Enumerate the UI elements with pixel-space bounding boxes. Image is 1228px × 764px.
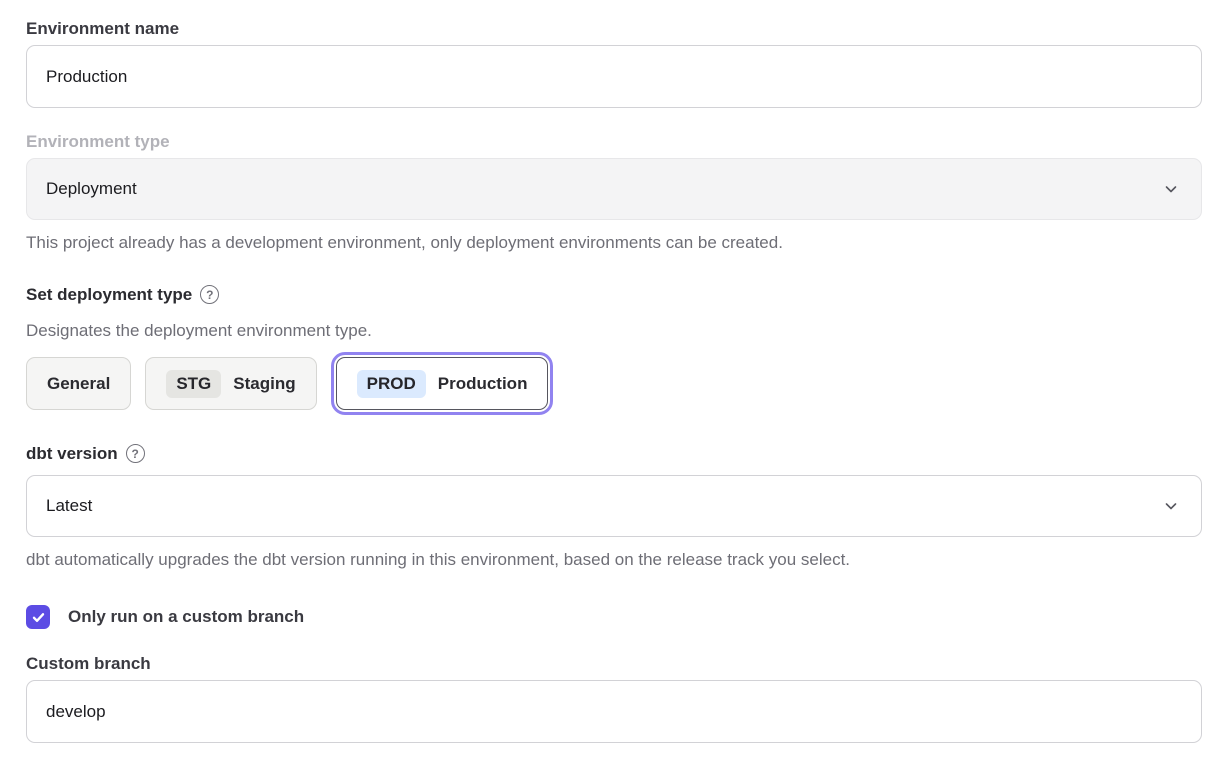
dbt-version-heading: dbt version ?: [26, 443, 1202, 464]
production-button-label: Production: [438, 374, 528, 394]
dbt-version-select[interactable]: Latest: [26, 475, 1202, 537]
custom-branch-toggle-row: Only run on a custom branch: [26, 605, 1202, 629]
deployment-type-heading: Set deployment type ?: [26, 284, 1202, 305]
staging-badge: STG: [166, 370, 221, 398]
help-icon[interactable]: ?: [200, 285, 219, 304]
selected-option-ring: PROD Production: [331, 352, 554, 415]
deployment-type-options: General STG Staging PROD Production: [26, 351, 1202, 416]
production-badge: PROD: [357, 370, 426, 398]
custom-branch-input[interactable]: [26, 680, 1202, 743]
environment-type-select[interactable]: Deployment: [26, 158, 1202, 220]
staging-button-label: Staging: [233, 374, 295, 394]
deployment-type-staging-button[interactable]: STG Staging: [145, 357, 316, 410]
dbt-version-heading-text: dbt version: [26, 443, 118, 464]
dbt-version-value: Latest: [46, 496, 92, 516]
environment-name-input[interactable]: [26, 45, 1202, 108]
custom-branch-label: Custom branch: [26, 653, 1202, 674]
custom-branch-toggle-label: Only run on a custom branch: [68, 607, 304, 627]
deployment-type-general-button[interactable]: General: [26, 357, 131, 410]
environment-form: Environment name Environment type Deploy…: [0, 0, 1228, 743]
chevron-down-icon: [1163, 498, 1179, 514]
chevron-down-icon: [1163, 181, 1179, 197]
deployment-type-production-button[interactable]: PROD Production: [336, 357, 549, 410]
environment-type-helper: This project already has a development e…: [26, 232, 1202, 253]
custom-branch-checkbox[interactable]: [26, 605, 50, 629]
deployment-type-heading-text: Set deployment type: [26, 284, 192, 305]
deployment-type-helper: Designates the deployment environment ty…: [26, 320, 1202, 341]
help-icon[interactable]: ?: [126, 444, 145, 463]
checkmark-icon: [31, 610, 46, 625]
general-button-label: General: [47, 374, 110, 394]
environment-type-value: Deployment: [46, 179, 137, 199]
environment-type-label: Environment type: [26, 131, 1202, 152]
environment-name-label: Environment name: [26, 18, 1202, 39]
dbt-version-helper: dbt automatically upgrades the dbt versi…: [26, 549, 1202, 570]
